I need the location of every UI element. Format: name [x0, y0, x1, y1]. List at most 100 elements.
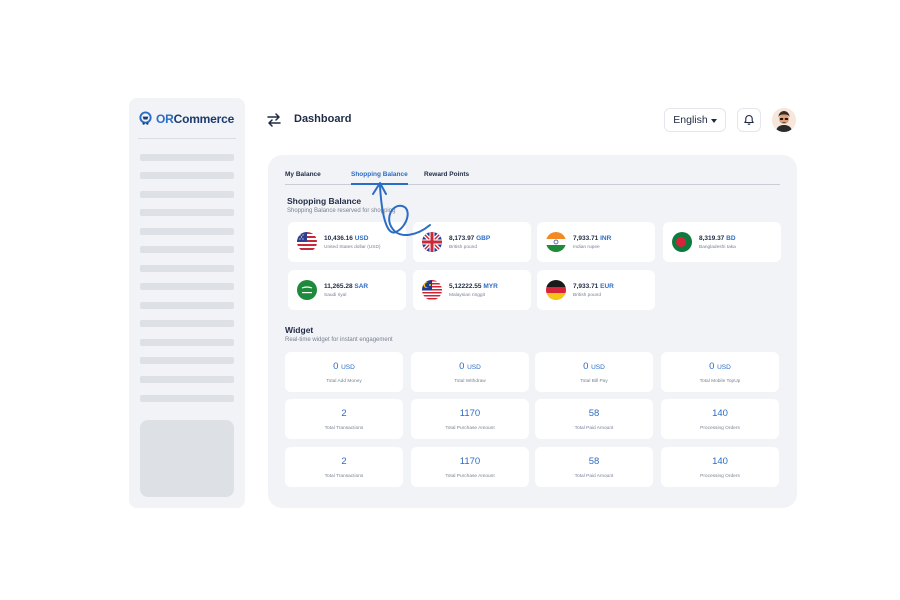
sidebar-promo-placeholder: [140, 420, 234, 497]
sidebar-item-placeholder[interactable]: [140, 339, 234, 346]
balance-info: 8,319.37 BD Bangladeshi taka: [699, 235, 736, 250]
sidebar-item-placeholder[interactable]: [140, 265, 234, 272]
widget-label: Processing Orders: [700, 474, 740, 479]
language-select[interactable]: English: [664, 108, 726, 132]
bangladesh-flag-icon: [672, 232, 692, 252]
sidebar-divider: [138, 138, 236, 139]
widget-card[interactable]: 58 Total Paid Amount: [535, 399, 653, 439]
widget-card[interactable]: 1170 Total Purchase Amount: [411, 447, 529, 487]
dashboard-panel: My Balance Shopping Balance Reward Point…: [268, 155, 797, 508]
widget-value: 0 USD: [709, 361, 731, 372]
sidebar: ORCommerce: [129, 98, 245, 508]
balance-amount: 7,933.71 INR: [573, 234, 612, 242]
sidebar-item-placeholder[interactable]: [140, 376, 234, 383]
sidebar-item-placeholder[interactable]: [140, 191, 234, 198]
widget-value: 1170: [459, 408, 481, 419]
widget-card[interactable]: 2 Total Transactions: [285, 447, 403, 487]
currency-name: British pound: [449, 244, 477, 250]
balance-tabs: My Balance Shopping Balance Reward Point…: [285, 171, 780, 185]
balance-info: 7,933.71 INR Indian rupee: [573, 235, 611, 250]
widget-label: Total Purchase Amount: [445, 474, 495, 479]
widget-card[interactable]: 140 Processing Orders: [661, 447, 779, 487]
chevron-down-icon: [710, 118, 717, 123]
sidebar-item-placeholder[interactable]: [140, 283, 234, 290]
widget-title: Widget: [285, 325, 314, 335]
balance-info: 10,436.16 USD United States dollar (USD): [324, 235, 381, 250]
swap-arrows-icon[interactable]: [266, 113, 282, 127]
currency-name: Indian rupee: [573, 244, 600, 250]
widget-card[interactable]: 140 Processing Orders: [661, 399, 779, 439]
widget-card[interactable]: 0 USD Total Bill Pay: [535, 352, 653, 392]
widget-value: 140: [712, 456, 728, 467]
balance-info: 11,265.28 SAR Saudi riyal: [324, 283, 368, 298]
widget-label: Total Add Money: [326, 379, 362, 384]
user-avatar-icon: [772, 108, 796, 132]
sidebar-item-placeholder[interactable]: [140, 246, 234, 253]
currency-name: Malaysian ringgit: [449, 292, 485, 298]
tab-my-balance[interactable]: My Balance: [285, 171, 321, 178]
sidebar-item-placeholder[interactable]: [140, 154, 234, 161]
currency-name: United States dollar (USD): [324, 244, 381, 250]
widget-label: Total Paid Amount: [574, 426, 614, 431]
widget-subtitle: Real-time widget for instant engagement: [285, 337, 393, 343]
sidebar-item-placeholder[interactable]: [140, 172, 234, 179]
widget-card[interactable]: 0 USD Total Add Money: [285, 352, 403, 392]
balance-card-sar[interactable]: 11,265.28 SAR Saudi riyal: [288, 270, 406, 310]
widget-value: 140: [712, 408, 728, 419]
balance-amount: 7,933.71 EUR: [573, 282, 614, 290]
balance-card-eur[interactable]: 7,933.71 EUR British pound: [537, 270, 655, 310]
currency-name: British pound: [573, 292, 601, 298]
balance-card-bd[interactable]: 8,319.37 BD Bangladeshi taka: [663, 222, 781, 262]
sidebar-item-placeholder[interactable]: [140, 302, 234, 309]
app-logo[interactable]: ORCommerce: [138, 111, 234, 126]
tab-reward-points[interactable]: Reward Points: [424, 171, 469, 178]
widget-value: 2: [341, 456, 347, 467]
widget-card[interactable]: 58 Total Paid Amount: [535, 447, 653, 487]
sidebar-item-placeholder[interactable]: [140, 320, 234, 327]
widget-label: Processing Orders: [700, 426, 740, 431]
uk-flag-icon: [422, 232, 442, 252]
widget-value: 1170: [459, 456, 481, 467]
balance-amount: 10,436.16 USD: [324, 234, 369, 242]
widget-card[interactable]: 0 USD Total Withdraw: [411, 352, 529, 392]
tab-shopping-balance[interactable]: Shopping Balance: [351, 171, 408, 178]
germany-flag-icon: [546, 280, 566, 300]
widget-label: Total Bill Pay: [580, 379, 608, 384]
user-avatar[interactable]: [772, 108, 796, 132]
widget-card[interactable]: 2 Total Transactions: [285, 399, 403, 439]
us-flag-icon: [297, 232, 317, 252]
language-label: English: [673, 114, 708, 126]
india-flag-icon: [546, 232, 566, 252]
cart-logo-icon: [139, 111, 152, 125]
widget-card[interactable]: 0 USD Total Mobile TopUp: [661, 352, 779, 392]
notification-button[interactable]: [737, 108, 761, 132]
currency-name: Saudi riyal: [324, 292, 347, 298]
balance-info: 8,173.97 GBP British pound: [449, 235, 490, 250]
sidebar-item-placeholder[interactable]: [140, 357, 234, 364]
balance-card-gbp[interactable]: 8,173.97 GBP British pound: [413, 222, 531, 262]
widget-label: Total Paid Amount: [574, 474, 614, 479]
widget-value: 2: [341, 408, 347, 419]
widget-label: Total Mobile TopUp: [699, 379, 741, 384]
balance-card-inr[interactable]: 7,933.71 INR Indian rupee: [537, 222, 655, 262]
balance-card-myr[interactable]: 5,12222.55 MYR Malaysian ringgit: [413, 270, 531, 310]
balance-card-usd[interactable]: 10,436.16 USD United States dollar (USD): [288, 222, 406, 262]
balance-amount: 11,265.28 SAR: [324, 282, 369, 290]
widget-value: 58: [588, 408, 600, 419]
shopping-balance-title: Shopping Balance: [287, 196, 362, 206]
logo-text: ORCommerce: [156, 111, 235, 126]
sidebar-item-placeholder[interactable]: [140, 228, 234, 235]
sidebar-item-placeholder[interactable]: [140, 209, 234, 216]
active-tab-indicator: [351, 183, 408, 185]
malaysia-flag-icon: [422, 280, 442, 300]
bell-icon: [744, 114, 754, 125]
balance-info: 5,12222.55 MYR Malaysian ringgit: [449, 283, 498, 298]
sidebar-item-placeholder[interactable]: [140, 395, 234, 402]
widget-card[interactable]: 1170 Total Purchase Amount: [411, 399, 529, 439]
widget-label: Total Purchase Amount: [445, 426, 495, 431]
widget-value: 0 USD: [459, 361, 481, 372]
widget-value: 0 USD: [583, 361, 605, 372]
balance-amount: 8,319.37 BD: [699, 234, 736, 242]
balance-amount: 8,173.97 GBP: [449, 234, 491, 242]
saudi-flag-icon: [297, 280, 317, 300]
